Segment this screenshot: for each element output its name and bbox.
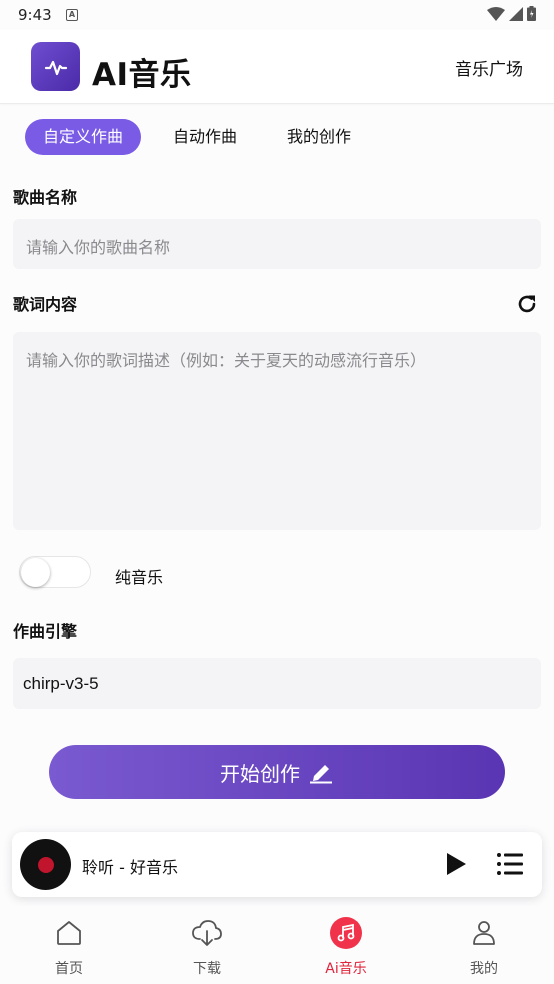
lyrics-placeholder: 请输入你的歌词描述（例如：关于夏天的动感流行音乐） [26,351,427,370]
engine-label: 作曲引擎 [13,622,78,641]
pure-music-toggle[interactable] [19,556,91,588]
accessibility-indicator-icon: A [66,9,78,21]
play-icon[interactable] [444,852,468,876]
status-time: 9:43 [18,6,52,24]
nav-ai-music[interactable]: Ai音乐 [306,917,386,978]
battery-icon [527,6,536,21]
song-name-input[interactable]: 请输入你的歌曲名称 [13,219,541,269]
lyrics-textarea[interactable]: 请输入你的歌词描述（例如：关于夏天的动感流行音乐） [13,332,541,530]
tab-auto-compose[interactable]: 自动作曲 [155,119,255,155]
start-create-button[interactable]: 开始创作 [49,745,505,799]
tab-bar: 自定义作曲 自动作曲 我的创作 [25,119,383,155]
app-header: AI音乐 音乐广场 [0,30,554,104]
engine-value: chirp-v3-5 [23,674,99,693]
nav-home[interactable]: 首页 [29,918,109,978]
pure-music-label: 纯音乐 [115,568,164,587]
app-title: AI音乐 [92,57,192,93]
toggle-knob [21,558,50,587]
nav-home-label: 首页 [55,961,83,977]
pencil-icon [310,765,332,784]
engine-select[interactable]: chirp-v3-5 [13,658,541,709]
nav-ai-music-label: Ai音乐 [325,961,367,977]
person-icon [473,921,495,945]
home-icon [57,921,81,945]
tab-custom-compose[interactable]: 自定义作曲 [25,119,142,155]
refresh-icon[interactable] [515,292,539,316]
status-icons [487,6,536,21]
playlist-icon[interactable] [496,851,524,877]
start-create-label: 开始创作 [220,761,300,786]
download-cloud-icon [192,920,222,946]
status-bar: 9:43 A [0,0,554,30]
song-name-label: 歌曲名称 [13,188,78,207]
nav-mine-label: 我的 [470,961,498,977]
nav-mine[interactable]: 我的 [444,918,524,978]
player-title: 聆听 - 好音乐 [82,858,178,877]
tab-my-creations[interactable]: 我的创作 [269,119,369,155]
bottom-nav: 首页 下载 Ai音乐 我的 [0,906,554,984]
nav-download-label: 下载 [193,961,221,977]
music-plaza-link[interactable]: 音乐广场 [455,55,523,80]
mini-player[interactable]: 聆听 - 好音乐 [12,832,542,897]
wifi-icon [487,6,505,21]
signal-icon [509,6,523,21]
song-name-placeholder: 请输入你的歌曲名称 [26,238,171,257]
app-logo [31,42,80,91]
lyrics-label: 歌词内容 [13,295,78,314]
sound-wave-icon [44,60,67,75]
album-disc-icon [20,839,71,890]
music-note-icon [330,917,362,949]
nav-download[interactable]: 下载 [167,918,247,978]
